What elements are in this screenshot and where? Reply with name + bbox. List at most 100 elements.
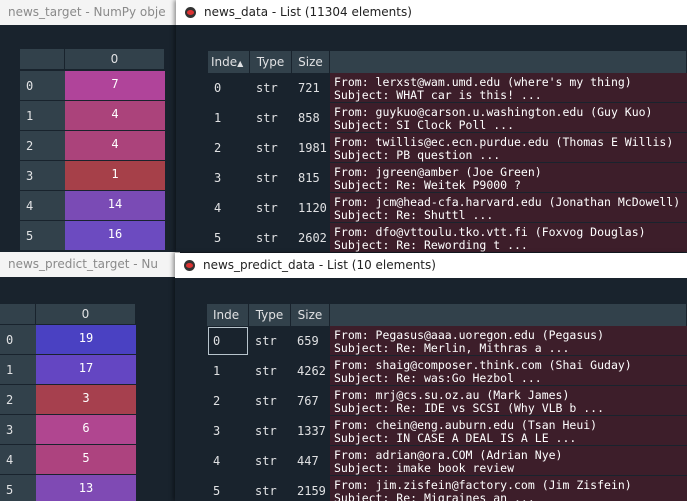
- row-index[interactable]: 4: [0, 445, 36, 475]
- news-predict-data-window[interactable]: news_predict_data - List (10 elements) I…: [175, 253, 687, 501]
- row-index[interactable]: 5: [0, 475, 36, 501]
- array-value-cell[interactable]: 13: [36, 475, 136, 501]
- row-index[interactable]: 2: [0, 385, 36, 415]
- row-index[interactable]: 0: [20, 71, 65, 101]
- size-cell[interactable]: 1337: [291, 416, 330, 446]
- row-index[interactable]: 0: [0, 325, 36, 355]
- index-cell[interactable]: 5: [207, 476, 249, 501]
- array-value-cell[interactable]: 14: [65, 191, 165, 221]
- index-cell[interactable]: 1: [208, 103, 250, 133]
- value-cell[interactable]: From: jgreen@amber (Joe Green) Subject: R…: [330, 163, 687, 193]
- array-value-cell[interactable]: 4: [65, 101, 165, 131]
- size-cell[interactable]: 1120: [292, 193, 330, 223]
- table-row[interactable]: 5 str 2602 From: dfo@vttoulu.tko.vtt.fi (Fo…: [176, 223, 687, 252]
- size-cell[interactable]: 1981: [292, 133, 330, 163]
- array-value-cell[interactable]: 1: [65, 161, 165, 191]
- value-column-header[interactable]: [330, 51, 687, 73]
- type-cell[interactable]: str: [250, 103, 292, 133]
- column-header-0[interactable]: 0: [36, 304, 136, 324]
- size-cell[interactable]: 721: [292, 73, 330, 103]
- array-value-cell[interactable]: 3: [36, 385, 136, 415]
- size-cell[interactable]: 2159: [291, 476, 330, 501]
- table-row[interactable]: 5 str 2159 From: jim.zisfein@factory.com (J…: [175, 476, 687, 501]
- array-value-cell[interactable]: 16: [65, 221, 165, 251]
- array-value-cell[interactable]: 17: [36, 355, 136, 385]
- value-cell[interactable]: From: guykuo@carson.u.washington.edu (Gu…: [330, 103, 687, 133]
- array-value-cell[interactable]: 6: [36, 415, 136, 445]
- index-cell[interactable]: 0: [207, 326, 249, 356]
- value-cell[interactable]: From: lerxst@wam.umd.edu (where's my thi…: [330, 73, 687, 103]
- table-row[interactable]: 1 str 858 From: guykuo@carson.u.washington.…: [176, 103, 687, 133]
- type-cell[interactable]: str: [250, 193, 292, 223]
- type-cell[interactable]: str: [250, 163, 292, 193]
- row-index[interactable]: 3: [0, 415, 36, 445]
- table-row[interactable]: 2 str 767 From: mrj@cs.su.oz.au (Mark James…: [175, 386, 687, 416]
- news-target-window[interactable]: news_target - NumPy obje 0 0 7 1 4 2 4 3 1 4 14 5 1…: [0, 0, 180, 252]
- type-cell[interactable]: str: [250, 73, 292, 103]
- type-cell[interactable]: str: [249, 416, 291, 446]
- size-cell[interactable]: 858: [292, 103, 330, 133]
- type-column-header[interactable]: Type: [249, 304, 291, 326]
- news-target-titlebar[interactable]: news_target - NumPy obje: [0, 0, 180, 25]
- array-value-cell[interactable]: 7: [65, 71, 165, 101]
- size-cell[interactable]: 659: [291, 326, 330, 356]
- index-cell[interactable]: 3: [208, 163, 250, 193]
- type-cell[interactable]: str: [249, 446, 291, 476]
- value-cell[interactable]: From: twillis@ec.ecn.purdue.edu (Thomas …: [330, 133, 687, 163]
- table-row[interactable]: 1 str 4262 From: shaig@composer.think.com (…: [175, 356, 687, 386]
- array-value-cell[interactable]: 5: [36, 445, 136, 475]
- table-row[interactable]: 3 str 1337 From: chein@eng.auburn.edu (Tsan…: [175, 416, 687, 446]
- index-cell[interactable]: 0: [208, 73, 250, 103]
- value-cell[interactable]: From: adrian@ora.COM (Adrian Nye) Subject…: [330, 446, 687, 476]
- table-row[interactable]: 2 str 1981 From: twillis@ec.ecn.purdue.edu …: [176, 133, 687, 163]
- array-value-cell[interactable]: 4: [65, 131, 165, 161]
- value-cell[interactable]: From: Pegasus@aaa.uoregon.edu (Pegasus) S…: [330, 326, 687, 356]
- value-cell[interactable]: From: dfo@vttoulu.tko.vtt.fi (Foxvog Dou…: [330, 223, 687, 252]
- table-row[interactable]: 4 str 447 From: adrian@ora.COM (Adrian Nye)…: [175, 446, 687, 476]
- array-value-cell[interactable]: 19: [36, 325, 136, 355]
- row-index[interactable]: 4: [20, 191, 65, 221]
- index-column-header[interactable]: Inde: [207, 304, 249, 326]
- index-column-header[interactable]: Inde▲: [208, 51, 250, 73]
- table-row[interactable]: 4 str 1120 From: jcm@head-cfa.harvard.edu (…: [176, 193, 687, 223]
- row-index[interactable]: 2: [20, 131, 65, 161]
- value-column-header[interactable]: [330, 304, 687, 326]
- size-column-header[interactable]: Size: [291, 304, 330, 326]
- size-cell[interactable]: 767: [291, 386, 330, 416]
- column-header-0[interactable]: 0: [65, 49, 165, 69]
- size-cell[interactable]: 2602: [292, 223, 330, 252]
- type-cell[interactable]: str: [250, 133, 292, 163]
- index-cell[interactable]: 2: [208, 133, 250, 163]
- value-cell[interactable]: From: mrj@cs.su.oz.au (Mark James) Subjec…: [330, 386, 687, 416]
- news-predict-target-titlebar[interactable]: news_predict_target - Nu: [0, 252, 180, 277]
- row-index[interactable]: 3: [20, 161, 65, 191]
- news-predict-data-titlebar[interactable]: news_predict_data - List (10 elements): [175, 253, 687, 278]
- index-cell[interactable]: 3: [207, 416, 249, 446]
- size-column-header[interactable]: Size: [292, 51, 330, 73]
- size-cell[interactable]: 815: [292, 163, 330, 193]
- index-cell[interactable]: 1: [207, 356, 249, 386]
- value-cell[interactable]: From: jcm@head-cfa.harvard.edu (Jonathan…: [330, 193, 687, 223]
- news-data-window[interactable]: news_data - List (11304 elements) Inde▲ …: [176, 0, 687, 252]
- value-cell[interactable]: From: chein@eng.auburn.edu (Tsan Heui) Su…: [330, 416, 687, 446]
- size-cell[interactable]: 447: [291, 446, 330, 476]
- row-index[interactable]: 5: [20, 221, 65, 251]
- table-row[interactable]: 0 str 721 From: lerxst@wam.umd.edu (where's…: [176, 73, 687, 103]
- type-cell[interactable]: str: [249, 326, 291, 356]
- index-cell[interactable]: 5: [208, 223, 250, 252]
- type-cell[interactable]: str: [249, 476, 291, 501]
- value-cell[interactable]: From: shaig@composer.think.com (Shai Gud…: [330, 356, 687, 386]
- news-data-titlebar[interactable]: news_data - List (11304 elements): [176, 0, 687, 25]
- size-cell[interactable]: 4262: [291, 356, 330, 386]
- table-row[interactable]: 0 str 659 From: Pegasus@aaa.uoregon.edu (Pe…: [175, 326, 687, 356]
- value-cell[interactable]: From: jim.zisfein@factory.com (Jim Zisfe…: [330, 476, 687, 501]
- row-index[interactable]: 1: [20, 101, 65, 131]
- index-cell[interactable]: 4: [207, 446, 249, 476]
- table-row[interactable]: 3 str 815 From: jgreen@amber (Joe Green) Sub…: [176, 163, 687, 193]
- type-cell[interactable]: str: [249, 386, 291, 416]
- type-cell[interactable]: str: [249, 356, 291, 386]
- type-column-header[interactable]: Type: [250, 51, 292, 73]
- news-predict-target-window[interactable]: news_predict_target - Nu 0 0 19 1 17 2 3 3 6 4 5 5…: [0, 252, 180, 501]
- index-cell[interactable]: 2: [207, 386, 249, 416]
- index-cell[interactable]: 4: [208, 193, 250, 223]
